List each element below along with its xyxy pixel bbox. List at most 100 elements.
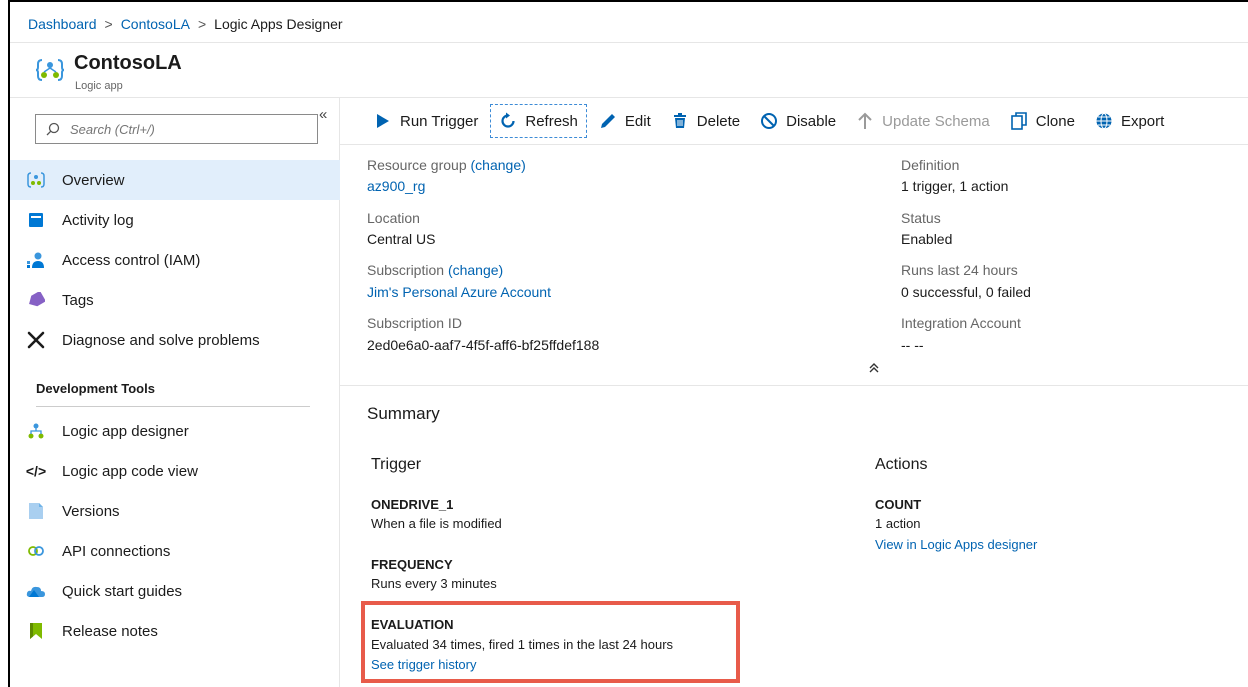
sidebar-item-release-notes[interactable]: Release notes	[10, 611, 340, 651]
breadcrumb-separator: >	[197, 16, 207, 32]
trigger-name-label: ONEDRIVE_1	[371, 497, 454, 512]
sidebar-item-iam[interactable]: Access control (IAM)	[10, 240, 340, 280]
iam-icon	[26, 250, 46, 270]
runs-value: 0 successful, 0 failed	[901, 284, 1031, 300]
run-trigger-label: Run Trigger	[400, 112, 479, 130]
trash-icon	[671, 112, 689, 130]
sidebar-item-diagnose[interactable]: Diagnose and solve problems	[10, 320, 340, 360]
integration-account-label: Integration Account	[901, 315, 1021, 331]
runs-label: Runs last 24 hours	[901, 262, 1018, 278]
subscription-label: Subscription (change)	[367, 262, 503, 278]
api-connections-icon	[26, 541, 46, 561]
status-value: Enabled	[901, 231, 953, 247]
sidebar-item-versions[interactable]: Versions	[10, 491, 340, 531]
divider	[340, 385, 1248, 386]
subscription-id-label: Subscription ID	[367, 315, 462, 331]
summary-title: Summary	[367, 404, 440, 423]
command-bar: Run Trigger Refresh Edit Delete Disable …	[340, 98, 1248, 145]
status-label: Status	[901, 210, 941, 226]
export-button[interactable]: Export	[1087, 104, 1172, 138]
sidebar-item-activity-log[interactable]: Activity log	[10, 200, 340, 240]
delete-button[interactable]: Delete	[663, 104, 748, 138]
tag-icon	[26, 290, 46, 310]
breadcrumb-dashboard[interactable]: Dashboard	[28, 16, 97, 32]
collapse-essentials-button[interactable]	[868, 362, 880, 377]
clone-label: Clone	[1035, 112, 1075, 130]
sidebar-item-label: Activity log	[62, 211, 134, 229]
edit-label: Edit	[624, 112, 651, 130]
integration-account-value: -- --	[901, 337, 924, 353]
logic-app-icon	[36, 59, 64, 81]
divider	[10, 42, 1248, 43]
delete-label: Delete	[696, 112, 741, 130]
breadcrumb-contosola[interactable]: ContosoLA	[121, 16, 190, 32]
sidebar-item-label: Tags	[62, 291, 94, 309]
sidebar-item-tags[interactable]: Tags	[10, 280, 340, 320]
sidebar-item-label: Diagnose and solve problems	[62, 331, 260, 349]
edit-button[interactable]: Edit	[591, 104, 659, 138]
update-schema-button[interactable]: Update Schema	[848, 104, 998, 138]
pencil-icon	[599, 112, 617, 130]
sidebar-item-label: Logic app designer	[62, 422, 189, 440]
activity-log-icon	[26, 210, 46, 230]
refresh-label: Refresh	[525, 112, 578, 130]
play-icon	[374, 112, 392, 130]
sidebar-item-designer[interactable]: Logic app designer	[10, 411, 340, 451]
globe-icon	[1095, 112, 1113, 130]
disable-label: Disable	[786, 112, 837, 130]
sidebar: « Overview Activity log Access control (…	[10, 98, 340, 687]
code-icon: </>	[25, 463, 47, 479]
bookmark-icon	[26, 621, 46, 641]
trigger-name-value: When a file is modified	[371, 516, 502, 531]
sidebar-item-label: Overview	[62, 171, 125, 189]
cloud-icon	[26, 581, 46, 601]
sidebar-item-api-connections[interactable]: API connections	[10, 531, 340, 571]
chevron-up-icon	[869, 363, 879, 373]
clone-button[interactable]: Clone	[1002, 104, 1083, 138]
sidebar-item-code-view[interactable]: </> Logic app code view	[10, 451, 340, 491]
sidebar-item-quick-start[interactable]: Quick start guides	[10, 571, 340, 611]
disable-button[interactable]: Disable	[752, 104, 844, 138]
export-label: Export	[1120, 112, 1165, 130]
location-value: Central US	[367, 231, 436, 247]
collapse-sidebar-button[interactable]: «	[319, 106, 327, 123]
definition-value: 1 trigger, 1 action	[901, 178, 1009, 194]
evaluation-label: EVALUATION	[371, 617, 454, 632]
breadcrumb-separator: >	[104, 16, 113, 32]
arrow-up-icon	[856, 112, 874, 130]
disable-icon	[760, 112, 778, 130]
subscription-id-value: 2ed0e6a0-aaf7-4f5f-aff6-bf25ffdef188	[367, 337, 600, 353]
overview-icon	[26, 170, 46, 190]
sidebar-item-label: Release notes	[62, 622, 158, 640]
sidebar-item-label: Access control (IAM)	[62, 251, 201, 269]
resource-group-link[interactable]: az900_rg	[367, 178, 425, 194]
evaluation-value: Evaluated 34 times, fired 1 times in the…	[371, 637, 674, 652]
sidebar-item-label: Versions	[62, 502, 120, 520]
designer-icon	[26, 421, 46, 441]
resource-group-label-text: Resource group	[367, 157, 467, 173]
subscription-link[interactable]: Jim's Personal Azure Account	[367, 284, 551, 300]
definition-label: Definition	[901, 157, 960, 173]
sidebar-item-label: API connections	[62, 542, 171, 560]
divider	[36, 406, 310, 407]
wrench-icon	[26, 330, 46, 350]
count-label: COUNT	[875, 497, 922, 512]
sidebar-item-overview[interactable]: Overview	[10, 160, 340, 200]
change-subscription-link[interactable]: (change)	[448, 262, 503, 278]
see-trigger-history-link[interactable]: See trigger history	[371, 657, 477, 672]
frequency-label: FREQUENCY	[371, 557, 453, 572]
search-box[interactable]	[35, 114, 318, 144]
location-label: Location	[367, 210, 420, 226]
run-trigger-button[interactable]: Run Trigger	[366, 104, 486, 138]
count-value: 1 action	[875, 516, 921, 531]
search-input[interactable]	[70, 121, 300, 137]
refresh-button[interactable]: Refresh	[490, 104, 587, 138]
view-in-designer-link[interactable]: View in Logic Apps designer	[875, 537, 1037, 552]
trigger-heading: Trigger	[371, 456, 422, 473]
page-title: ContosoLA	[74, 52, 182, 74]
search-icon	[46, 122, 60, 136]
sidebar-item-label: Quick start guides	[62, 582, 183, 600]
change-resource-group-link[interactable]: (change)	[471, 157, 526, 173]
clone-icon	[1010, 112, 1028, 130]
resource-group-label: Resource group (change)	[367, 157, 526, 173]
